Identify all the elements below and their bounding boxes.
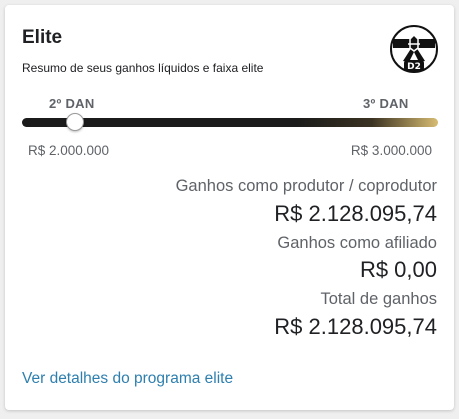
- next-level-label: 3º DAN: [363, 96, 409, 111]
- progress-thumb: [66, 113, 85, 131]
- total-earnings-value: R$ 2.128.095,74: [274, 314, 437, 339]
- producer-earnings-label: Ganhos como produtor / coprodutor: [175, 177, 437, 195]
- producer-earnings-value: R$ 2.128.095,74: [274, 201, 437, 226]
- affiliate-earnings-label: Ganhos como afiliado: [277, 234, 437, 252]
- elite-card: Elite Resumo de seus ganhos líquidos e f…: [5, 5, 454, 410]
- elite-progress-track: [22, 113, 438, 131]
- card-subtitle: Resumo de seus ganhos líquidos e faixa e…: [22, 61, 264, 75]
- range-min-label: R$ 2.000.000: [28, 143, 110, 158]
- black-belt-dan-2-icon: D2: [390, 25, 438, 73]
- total-earnings-label: Total de ganhos: [320, 290, 437, 308]
- card-title: Elite: [22, 27, 63, 48]
- current-level-label: 2º DAN: [49, 96, 95, 111]
- range-max-label: R$ 3.000.000: [350, 143, 432, 158]
- elite-program-details-link[interactable]: Ver detalhes do programa elite: [22, 370, 233, 388]
- badge-text: D2: [407, 62, 421, 72]
- affiliate-earnings-value: R$ 0,00: [359, 257, 437, 282]
